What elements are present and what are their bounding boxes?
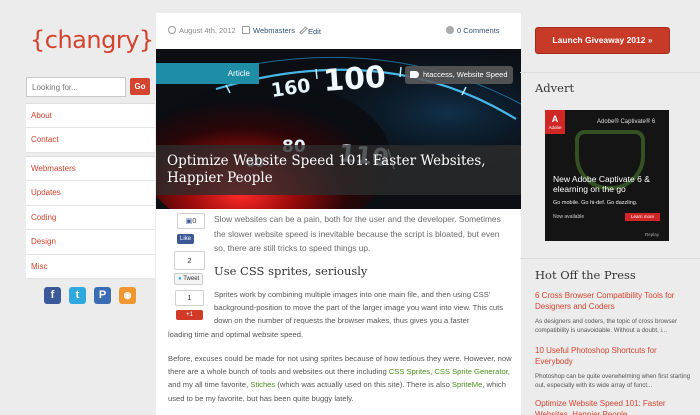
post-card: August 4th, 2012 Webmasters Edit 0 Comme… xyxy=(156,13,521,415)
post-tags[interactable]: htaccess, Website Speed xyxy=(405,66,513,84)
featured-image[interactable]: 160 100 80 110 60 Article htaccess, Webs… xyxy=(156,49,521,209)
press-item: Optimize Website Speed 101: Faster Websi… xyxy=(535,398,695,415)
divider xyxy=(520,258,700,259)
press-item-title[interactable]: Optimize Website Speed 101: Faster Websi… xyxy=(535,398,695,415)
link-css-sprite-generator[interactable]: CSS Sprite Generator xyxy=(434,367,507,376)
search-form: Go xyxy=(26,77,150,97)
twitter-icon[interactable]: t xyxy=(69,287,86,304)
primary-nav: About Contact xyxy=(26,103,155,153)
comments-link[interactable]: 0 Comments xyxy=(457,26,500,35)
post-intro: Slow websites can be a pain, both for th… xyxy=(214,214,501,253)
ad-available: Now available xyxy=(553,214,585,220)
ad-learn-more-button[interactable]: Learn more xyxy=(625,213,660,221)
press-heading: Hot Off the Press xyxy=(535,268,636,282)
search-input[interactable] xyxy=(26,77,126,97)
ad-product: Adobe® Captivate® 6 xyxy=(597,119,656,125)
category-nav: Webmasters Updates Coding Design Misc xyxy=(26,156,155,279)
right-sidebar: Launch Giveaway 2012 » Advert A Adobe Ado… xyxy=(520,0,700,415)
left-sidebar: {changry} Go About Contact Webmasters Up… xyxy=(0,0,155,415)
speedo-100: 100 xyxy=(322,60,387,99)
link-stiches[interactable]: Stiches xyxy=(250,380,275,389)
advert-banner[interactable]: A Adobe Adobe® Captivate® 6 New Adobe Cap… xyxy=(545,110,669,241)
post-paragraph-1: Sprites work by combining multiple image… xyxy=(214,290,503,326)
nav-item-coding[interactable]: Coding xyxy=(26,206,155,231)
rss-icon[interactable]: ◉ xyxy=(119,287,136,304)
post-paragraph-2: Before, excuses could be made for not us… xyxy=(168,354,512,403)
divider xyxy=(520,72,700,73)
press-item: 6 Cross Browser Compatibility Tools for … xyxy=(535,290,695,335)
press-item-desc: As designers and coders, the topic of cr… xyxy=(535,318,678,334)
nav-item-misc[interactable]: Misc xyxy=(26,255,155,279)
edit-link[interactable]: Edit xyxy=(308,27,321,36)
search-go-button[interactable]: Go xyxy=(130,78,150,95)
press-item-title[interactable]: 10 Useful Photoshop Shortcuts for Everyb… xyxy=(535,345,695,367)
post-category-link[interactable]: Webmasters xyxy=(253,26,295,35)
post-meta: August 4th, 2012 Webmasters Edit 0 Comme… xyxy=(156,13,521,49)
post-title[interactable]: Optimize Website Speed 101: Faster Websi… xyxy=(167,153,512,187)
nav-item-webmasters[interactable]: Webmasters xyxy=(26,157,155,182)
link-spriteme[interactable]: SpriteMe xyxy=(452,380,482,389)
pencil-icon xyxy=(299,26,308,35)
ad-tagline: Go mobile. Go hi-def. Go dazzling. xyxy=(553,200,638,206)
post-tags-text: htaccess, Website Speed xyxy=(423,70,508,79)
adobe-logo: A Adobe xyxy=(545,110,565,134)
giveaway-button[interactable]: Launch Giveaway 2012 » xyxy=(535,27,670,54)
post-date: August 4th, 2012 xyxy=(179,26,236,35)
ad-headline: New Adobe Captivate 6 & elearning on the… xyxy=(553,174,650,194)
comment-icon xyxy=(446,26,454,34)
link-css-sprites[interactable]: CSS Sprites xyxy=(389,367,430,376)
clock-icon xyxy=(168,26,176,34)
facebook-icon[interactable]: f xyxy=(44,287,61,304)
category-icon xyxy=(242,26,250,34)
tag-icon xyxy=(410,70,419,78)
section-heading: Use CSS sprites, seriously xyxy=(214,264,368,278)
nav-item-updates[interactable]: Updates xyxy=(26,181,155,206)
post-body: Slow websites can be a pain, both for th… xyxy=(156,209,521,415)
site-logo[interactable]: {changry} xyxy=(30,26,154,54)
ad-replay[interactable]: Replay xyxy=(645,232,659,237)
advert-heading: Advert xyxy=(535,81,575,95)
nav-item-contact[interactable]: Contact xyxy=(26,128,155,153)
press-item-desc: Photoshop can be quite overwhelming when… xyxy=(535,373,691,389)
post-title-overlay: Optimize Website Speed 101: Faster Websi… xyxy=(156,145,521,195)
press-item-title[interactable]: 6 Cross Browser Compatibility Tools for … xyxy=(535,290,695,312)
pinterest-icon[interactable]: P xyxy=(94,287,111,304)
nav-item-design[interactable]: Design xyxy=(26,230,155,255)
press-item: 10 Useful Photoshop Shortcuts for Everyb… xyxy=(535,345,695,390)
article-tag[interactable]: Article xyxy=(156,63,259,84)
nav-item-about[interactable]: About xyxy=(26,104,155,129)
post-paragraph-1-cont: loading time and optimal website speed. xyxy=(168,330,304,339)
